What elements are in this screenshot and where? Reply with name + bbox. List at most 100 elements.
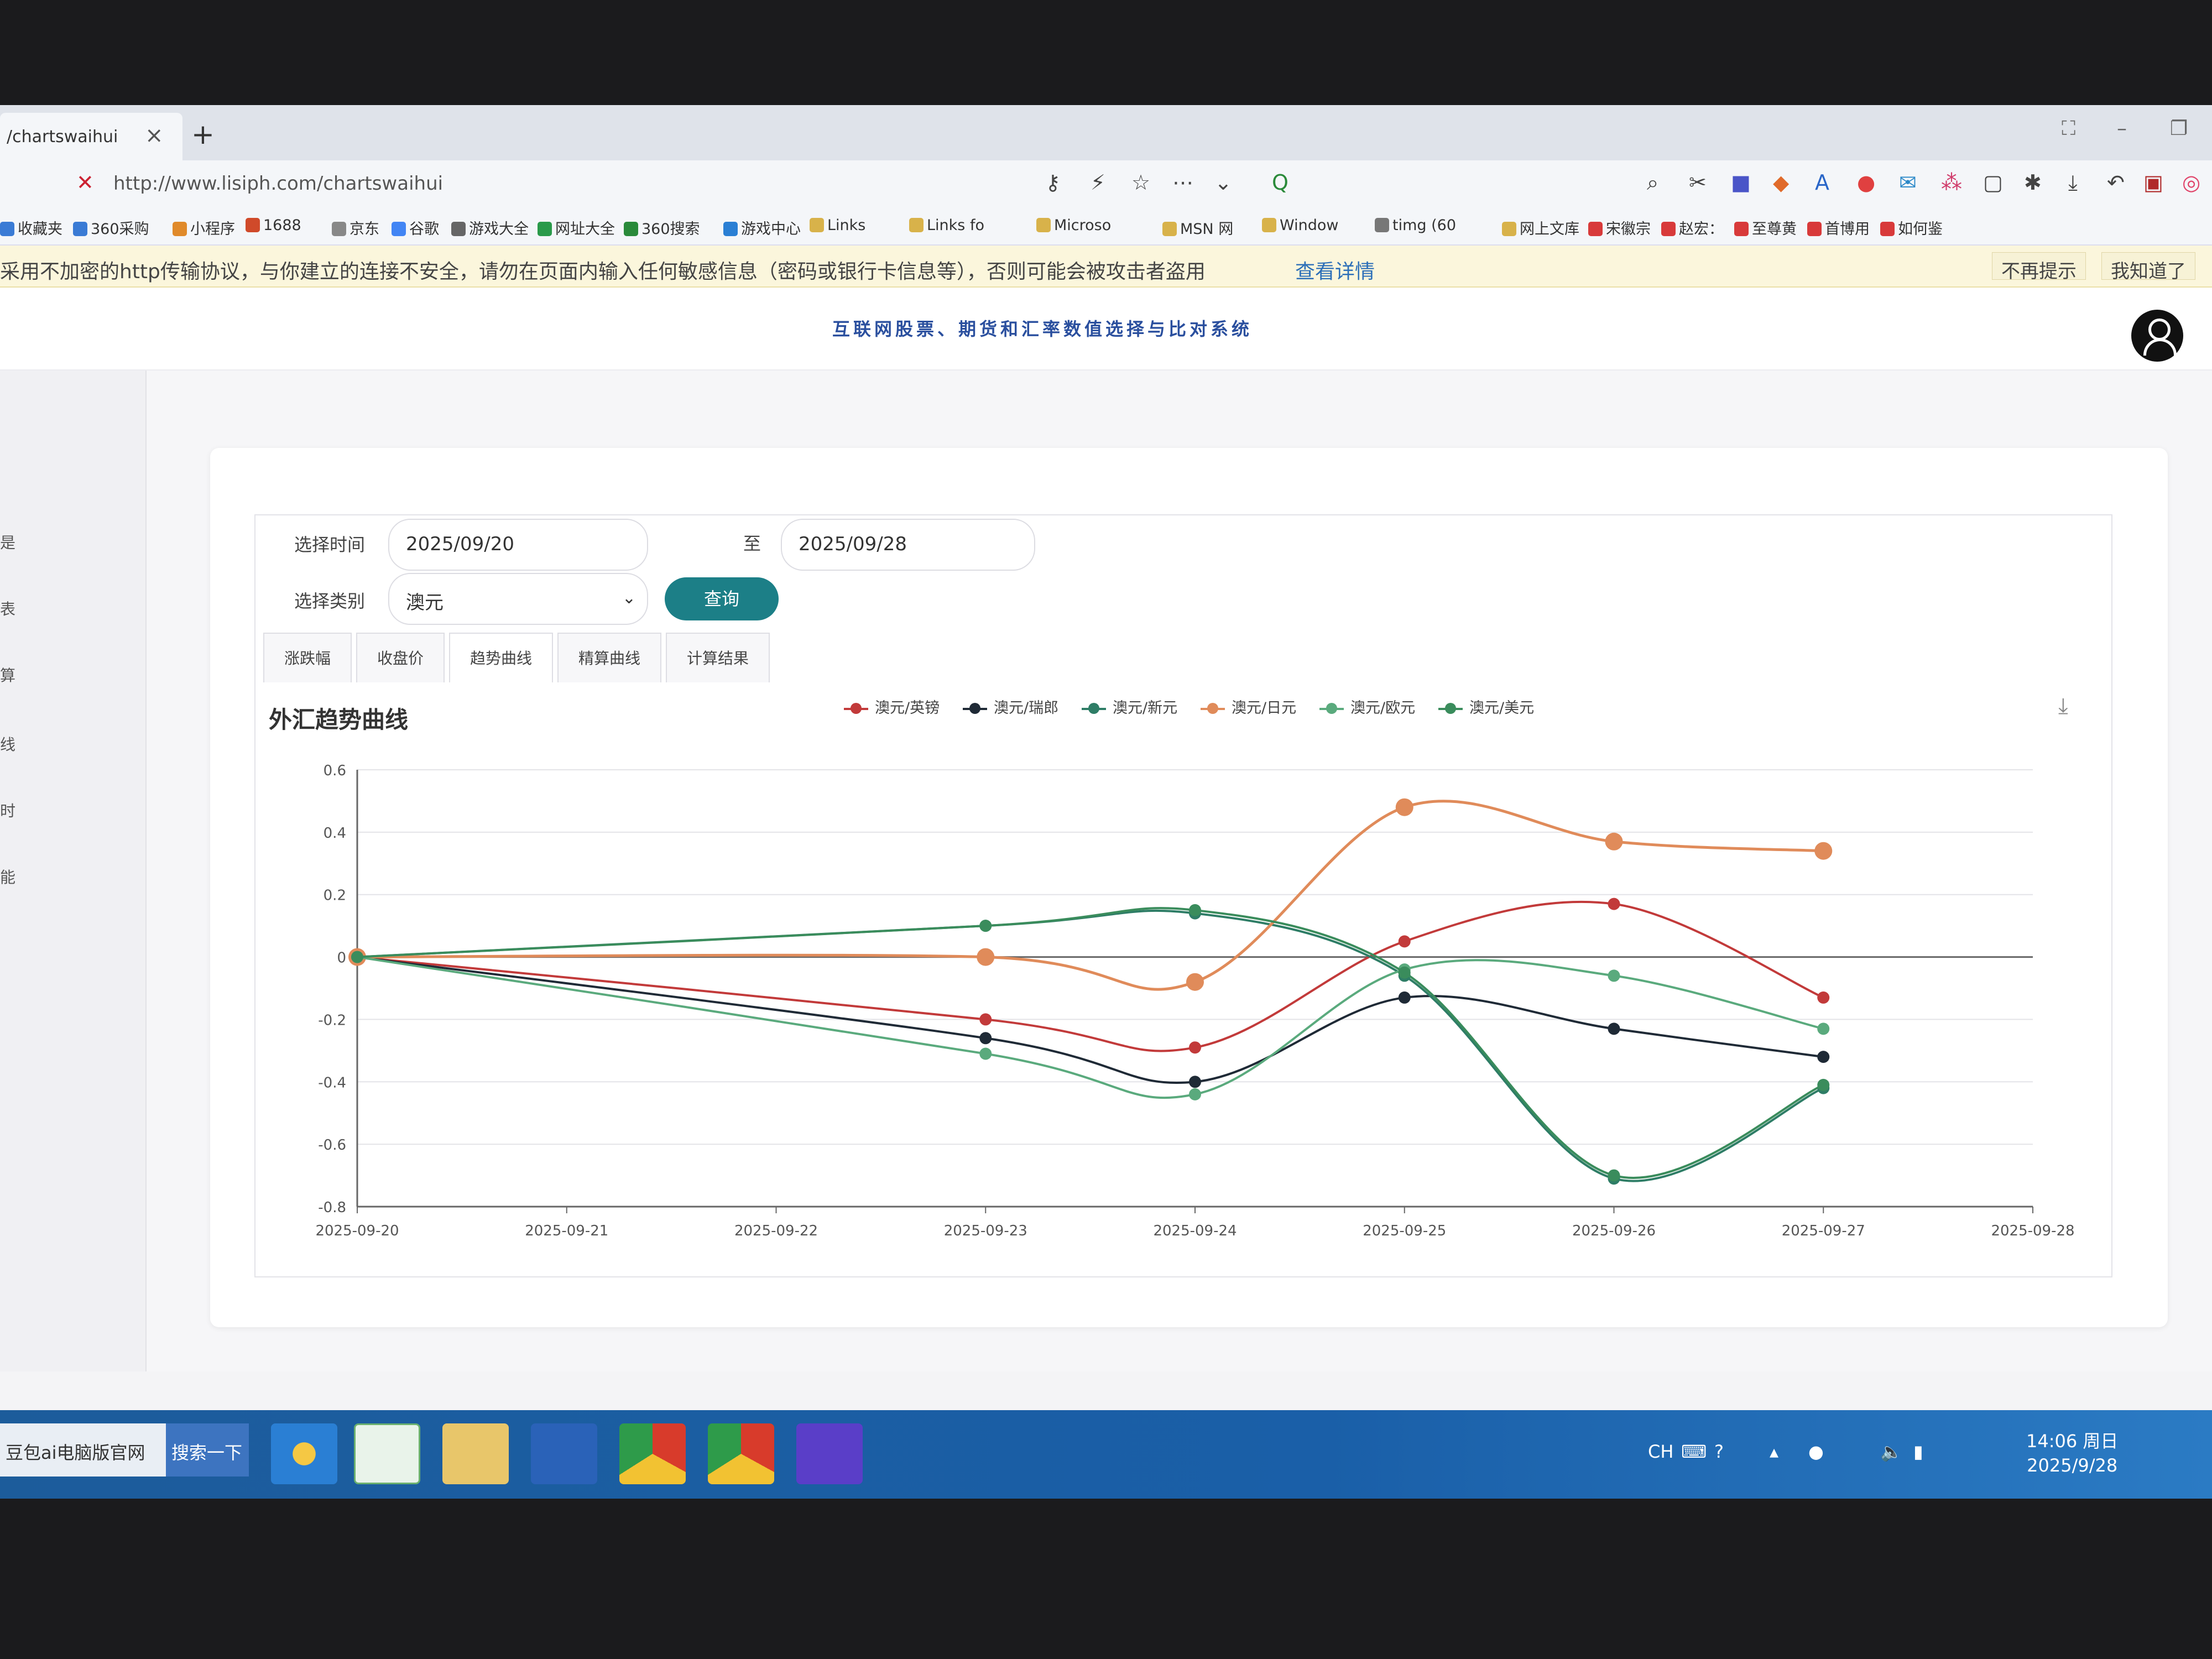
bookmark-item[interactable]: 赵宏： <box>1661 217 1724 238</box>
language-indicator[interactable]: CH <box>1648 1441 1673 1462</box>
tab-results[interactable]: 计算结果 <box>666 633 770 682</box>
translate-icon[interactable]: A <box>1815 170 1829 195</box>
browser-tab[interactable]: /chartswaihui × <box>0 113 182 160</box>
data-point <box>1814 842 1833 860</box>
bookmark-item[interactable]: 如何鉴 <box>1880 217 1943 238</box>
sidebar-item[interactable]: 能 <box>0 865 15 888</box>
bookmark-item[interactable]: 1688 <box>246 217 301 234</box>
key-icon[interactable]: ⚷ <box>1045 170 1061 195</box>
bookmark-item[interactable]: 收藏夹 <box>0 217 62 238</box>
sidebar-item[interactable]: 线 <box>0 733 15 755</box>
query-button[interactable]: 查询 <box>665 577 779 620</box>
weibo-icon[interactable]: ● <box>1857 170 1875 195</box>
ie-icon[interactable] <box>271 1423 337 1484</box>
warning-details-link[interactable]: 查看详情 <box>1295 255 1375 284</box>
puzzle-icon[interactable]: ✱ <box>2024 170 2042 195</box>
warning-text: 采用不加密的http传输协议，与你建立的连接不安全，请勿在页面内输入任何敏感信息… <box>0 260 1206 283</box>
taskbar-clock[interactable]: 14:06 周日 2025/9/28 <box>2026 1429 2118 1478</box>
bookmark-item[interactable]: 宋徽宗 <box>1588 217 1651 238</box>
ai-app-icon[interactable] <box>796 1423 863 1484</box>
help-icon[interactable]: ? <box>1714 1441 1724 1462</box>
lightning-icon[interactable]: ⚡ <box>1091 170 1105 195</box>
url-input[interactable]: http://www.lisiph.com/chartswaihui <box>113 173 443 195</box>
bookmark-item[interactable]: timg (60 <box>1375 217 1456 234</box>
volume-icon[interactable]: 🔈 <box>1880 1441 1902 1462</box>
star-icon[interactable]: ☆ <box>1131 170 1150 195</box>
sidebar-item[interactable]: 时 <box>0 799 15 821</box>
folder-icon[interactable] <box>442 1423 509 1484</box>
search-icon[interactable]: ⌕ <box>1647 170 1658 195</box>
chevron-down-icon[interactable]: ⌄ <box>1214 170 1232 195</box>
minimize-icon[interactable]: – <box>2117 117 2127 140</box>
profile-icon[interactable]: ◎ <box>2182 170 2200 195</box>
bookmark-item[interactable]: Microso <box>1036 217 1111 234</box>
tab-close-icon[interactable]: × <box>145 123 164 148</box>
bookmark-item[interactable]: 游戏中心 <box>723 217 801 238</box>
sidebar-item[interactable]: 表 <box>0 597 15 619</box>
bookmark-item[interactable]: Links <box>810 217 865 234</box>
extension-icon[interactable]: ■ <box>1731 170 1751 195</box>
scissors-icon[interactable]: ✂ <box>1689 170 1707 195</box>
more-icon[interactable]: ⋯ <box>1172 170 1193 195</box>
keyboard-icon[interactable]: ⌨ <box>1681 1441 1707 1462</box>
bookmark-item[interactable]: 360采购 <box>73 217 149 238</box>
restore-icon[interactable]: ❐ <box>2170 117 2188 140</box>
bookmark-item[interactable]: Window <box>1262 217 1338 234</box>
undo-icon[interactable]: ↶ <box>2107 170 2125 195</box>
bookmark-item[interactable]: 首博用 <box>1807 217 1870 238</box>
bookmark-item[interactable]: Links fo <box>909 217 984 234</box>
chrome-icon[interactable] <box>619 1423 686 1484</box>
to-label: 至 <box>743 533 761 554</box>
bookmark-item[interactable]: 网上文库 <box>1502 217 1579 238</box>
tray-expand-icon[interactable]: ▴ <box>1770 1441 1778 1462</box>
feather-app-icon[interactable] <box>531 1423 597 1484</box>
skin-icon[interactable]: ⛶ <box>2062 117 2075 140</box>
tab-actuarial-curve[interactable]: 精算曲线 <box>557 633 661 682</box>
user-avatar-icon[interactable] <box>2131 310 2183 362</box>
bookmark-item[interactable]: 小程序 <box>173 217 235 238</box>
mail-icon[interactable]: ✉ <box>1899 170 1917 195</box>
bookmark-label: 360采购 <box>91 221 149 238</box>
date-from-input[interactable]: 2025/09/20 <box>388 519 648 571</box>
game-icon[interactable]: ◆ <box>1773 170 1789 195</box>
series-line <box>357 900 1824 1052</box>
no-remind-button[interactable]: 不再提示 <box>1992 252 2086 283</box>
date-to-input[interactable]: 2025/09/28 <box>781 519 1035 571</box>
bookmark-label: 1688 <box>263 217 301 234</box>
bookmark-item[interactable]: 网址大全 <box>538 217 615 238</box>
bookmark-item[interactable]: 至尊黄 <box>1734 217 1797 238</box>
tray-app-icon[interactable]: ● <box>1808 1441 1824 1462</box>
bookmark-label: 如何鉴 <box>1898 221 1943 238</box>
toolbox-icon[interactable]: ▣ <box>2143 170 2163 195</box>
data-point <box>977 948 995 966</box>
taskbar: 豆包ai电脑版官网 搜索一下 CH ⌨ ? ▴ ● 🔈 ▮ 14:06 周日 2… <box>0 1410 2212 1499</box>
browser-360-icon[interactable] <box>354 1423 420 1484</box>
got-it-button[interactable]: 我知道了 <box>2101 252 2195 283</box>
sidebar-item[interactable]: 是 <box>0 531 15 553</box>
taskbar-search-button[interactable]: 搜索一下 <box>166 1423 249 1477</box>
network-icon[interactable]: ▮ <box>1913 1441 1923 1462</box>
insecure-icon[interactable]: ✕ <box>76 170 94 195</box>
tab-change[interactable]: 涨跌幅 <box>263 633 352 682</box>
tab-trend-curve[interactable]: 趋势曲线 <box>449 633 553 682</box>
bookmark-icon <box>173 222 187 236</box>
search-engine-icon[interactable]: Q <box>1272 170 1288 195</box>
bookmark-item[interactable]: 游戏大全 <box>451 217 529 238</box>
x-tick-label: 2025-09-20 <box>315 1223 399 1239</box>
download-icon[interactable]: ⤓ <box>2068 170 2078 195</box>
chrome-icon[interactable] <box>708 1423 774 1484</box>
bookmark-item[interactable]: 谷歌 <box>392 217 439 238</box>
tab-close-price[interactable]: 收盘价 <box>356 633 445 682</box>
bookmark-item[interactable]: 京东 <box>332 217 379 238</box>
category-select[interactable]: 澳元 ⌄ <box>388 573 648 625</box>
sidebar-item[interactable]: 算 <box>0 664 15 686</box>
apps-icon[interactable]: ⁂ <box>1941 170 1962 195</box>
screenshot-icon[interactable]: ▢ <box>1983 170 2003 195</box>
bookmark-icon <box>1807 222 1822 236</box>
bookmark-label: 360搜索 <box>641 221 700 238</box>
taskbar-search-input[interactable]: 豆包ai电脑版官网 <box>0 1423 166 1477</box>
bookmark-icon <box>1036 218 1051 232</box>
bookmark-item[interactable]: MSN 网 <box>1162 217 1233 238</box>
bookmark-item[interactable]: 360搜索 <box>624 217 700 238</box>
new-tab-button[interactable]: + <box>191 118 215 150</box>
